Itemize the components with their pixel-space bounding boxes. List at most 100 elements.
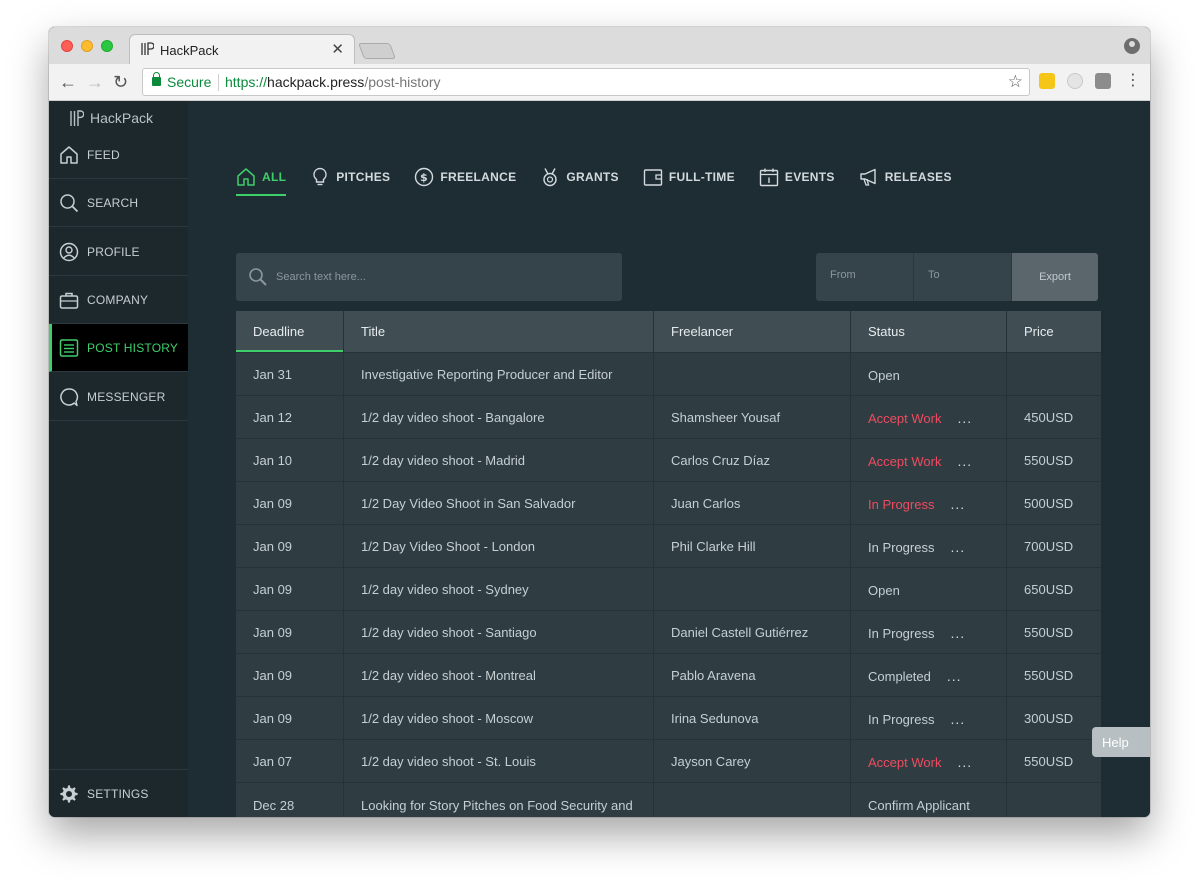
secure-label: Secure [167, 74, 212, 90]
browser-toolbar: ← → ↻ Secure https://hackpack.press/post… [49, 64, 1150, 101]
status-cell: Open [851, 353, 1007, 395]
column-header-title[interactable]: Title [344, 311, 654, 352]
new-tab-button[interactable] [358, 43, 396, 59]
tab-grants[interactable]: GRANTS [540, 161, 619, 193]
to-date-input[interactable] [928, 269, 1003, 281]
bookmark-star-icon[interactable]: ☆ [1008, 72, 1023, 92]
column-header-freelancer[interactable]: Freelancer [654, 311, 851, 352]
price-cell [1007, 783, 1101, 817]
status-cell: Confirm Applicant [851, 783, 1007, 817]
deadline-cell: Jan 09 [236, 654, 344, 696]
confirm-applicant-link[interactable]: Confirm Applicant [868, 797, 970, 815]
tab-releases[interactable]: RELEASES [859, 161, 952, 193]
close-window-button[interactable] [61, 40, 73, 52]
table-row[interactable]: Jan 09 1/2 Day Video Shoot - London Phil… [236, 525, 1101, 568]
table-row[interactable]: Jan 10 1/2 day video shoot - Madrid Carl… [236, 439, 1101, 482]
title-cell[interactable]: Looking for Story Pitches on Food Securi… [344, 783, 654, 817]
table-row[interactable]: Jan 09 1/2 Day Video Shoot in San Salvad… [236, 482, 1101, 525]
accept-work-link[interactable]: Accept Work [868, 411, 941, 426]
close-tab-icon[interactable]: ✕ [331, 40, 344, 58]
freelancer-cell[interactable]: Daniel Castell Gutiérrez [654, 611, 851, 653]
freelancer-cell[interactable]: Carlos Cruz Díaz [654, 439, 851, 481]
title-cell[interactable]: 1/2 day video shoot - St. Louis [344, 740, 654, 782]
more-options-icon[interactable]: ... [950, 496, 965, 512]
more-options-icon[interactable]: ... [950, 711, 965, 727]
from-date-input[interactable] [830, 269, 905, 281]
status-text: In Progress [868, 711, 935, 727]
brand[interactable]: HackPack [69, 108, 153, 128]
extension-icon[interactable] [1039, 73, 1055, 89]
megaphone-icon [859, 167, 879, 187]
more-options-icon[interactable]: ... [947, 668, 962, 684]
table-row[interactable]: Jan 09 1/2 day video shoot - Moscow Irin… [236, 697, 1101, 740]
table-row[interactable]: Jan 09 1/2 day video shoot - Santiago Da… [236, 611, 1101, 654]
freelancer-cell[interactable]: Shamsheer Yousaf [654, 396, 851, 438]
wallet-icon [643, 167, 663, 187]
browser-window: HackPack ✕ ← → ↻ Secure https://hackpack… [49, 27, 1150, 817]
profile-icon[interactable] [1124, 38, 1140, 54]
accept-work-link[interactable]: Accept Work [868, 755, 941, 770]
freelancer-cell[interactable]: Pablo Aravena [654, 654, 851, 696]
deadline-cell: Jan 31 [236, 353, 344, 395]
deadline-cell: Jan 09 [236, 568, 344, 610]
category-filter-tabs: ALL PITCHES $ FREELANCE GRANTS FULL-TIME… [236, 161, 976, 196]
bulb-icon [310, 167, 330, 187]
more-options-icon[interactable]: ... [950, 539, 965, 555]
table-row[interactable]: Jan 31 Investigative Reporting Producer … [236, 353, 1101, 396]
column-header-price[interactable]: Price [1007, 311, 1101, 352]
tab-events[interactable]: EVENTS [759, 161, 835, 193]
tab-all[interactable]: ALL [236, 161, 287, 196]
extension-gear-icon[interactable] [1067, 73, 1083, 89]
sidebar-item-settings[interactable]: SETTINGS [49, 769, 188, 817]
freelancer-cell[interactable]: Phil Clarke Hill [654, 525, 851, 567]
back-arrow-icon[interactable]: ← [59, 72, 77, 92]
table-row[interactable]: Jan 07 1/2 day video shoot - St. Louis J… [236, 740, 1101, 783]
browser-tab[interactable]: HackPack ✕ [129, 34, 355, 64]
accept-work-link[interactable]: Accept Work [868, 454, 941, 469]
forward-arrow-icon[interactable]: → [86, 72, 104, 92]
tab-full-time[interactable]: FULL-TIME [643, 161, 735, 193]
maximize-window-button[interactable] [101, 40, 113, 52]
sidebar-item-company[interactable]: COMPANY [49, 276, 188, 324]
sidebar-item-profile[interactable]: PROFILE [49, 228, 188, 276]
freelancer-cell[interactable]: Irina Sedunova [654, 697, 851, 739]
table-row[interactable]: Jan 09 1/2 day video shoot - Sydney Open… [236, 568, 1101, 611]
title-cell[interactable]: 1/2 day video shoot - Sydney [344, 568, 654, 610]
title-cell[interactable]: 1/2 day video shoot - Madrid [344, 439, 654, 481]
address-bar[interactable]: Secure https://hackpack.press/post-histo… [142, 68, 1030, 96]
table-row[interactable]: Dec 28 Looking for Story Pitches on Food… [236, 783, 1101, 817]
more-options-icon[interactable]: ... [950, 625, 965, 641]
title-cell[interactable]: 1/2 day video shoot - Bangalore [344, 396, 654, 438]
column-header-status[interactable]: Status [851, 311, 1007, 352]
title-cell[interactable]: 1/2 day video shoot - Santiago [344, 611, 654, 653]
tab-freelance[interactable]: $ FREELANCE [414, 161, 516, 193]
sidebar-item-post-history[interactable]: POST HISTORY [49, 324, 188, 372]
minimize-window-button[interactable] [81, 40, 93, 52]
column-header-deadline[interactable]: Deadline [236, 311, 344, 352]
title-cell[interactable]: 1/2 Day Video Shoot - London [344, 525, 654, 567]
search-input[interactable] [276, 267, 606, 287]
more-options-icon[interactable]: ... [957, 410, 972, 426]
tab-label: FULL-TIME [668, 170, 735, 184]
freelancer-cell[interactable]: Juan Carlos [654, 482, 851, 524]
more-options-icon[interactable]: ... [957, 754, 972, 770]
sidebar-item-messenger[interactable]: MESSENGER [49, 373, 188, 421]
table-row[interactable]: Jan 09 1/2 day video shoot - Montreal Pa… [236, 654, 1101, 697]
title-cell[interactable]: 1/2 Day Video Shoot in San Salvador [344, 482, 654, 524]
title-cell[interactable]: 1/2 day video shoot - Moscow [344, 697, 654, 739]
title-cell[interactable]: Investigative Reporting Producer and Edi… [344, 353, 654, 395]
table-row[interactable]: Jan 12 1/2 day video shoot - Bangalore S… [236, 396, 1101, 439]
status-text: Open [868, 582, 900, 598]
url-text[interactable]: https://hackpack.press/post-history [225, 74, 441, 90]
help-button[interactable]: Help [1092, 727, 1150, 757]
reload-icon[interactable]: ↻ [113, 72, 128, 92]
tab-pitches[interactable]: PITCHES [310, 161, 390, 193]
more-options-icon[interactable]: ... [957, 453, 972, 469]
browser-menu-icon[interactable]: ⋮ [1125, 71, 1141, 91]
freelancer-cell[interactable]: Jayson Carey [654, 740, 851, 782]
title-cell[interactable]: 1/2 day video shoot - Montreal [344, 654, 654, 696]
extension-icon[interactable] [1095, 73, 1111, 89]
sidebar-item-feed[interactable]: FEED [49, 131, 188, 179]
export-button[interactable]: Export [1012, 253, 1098, 301]
sidebar-item-search[interactable]: SEARCH [49, 179, 188, 227]
